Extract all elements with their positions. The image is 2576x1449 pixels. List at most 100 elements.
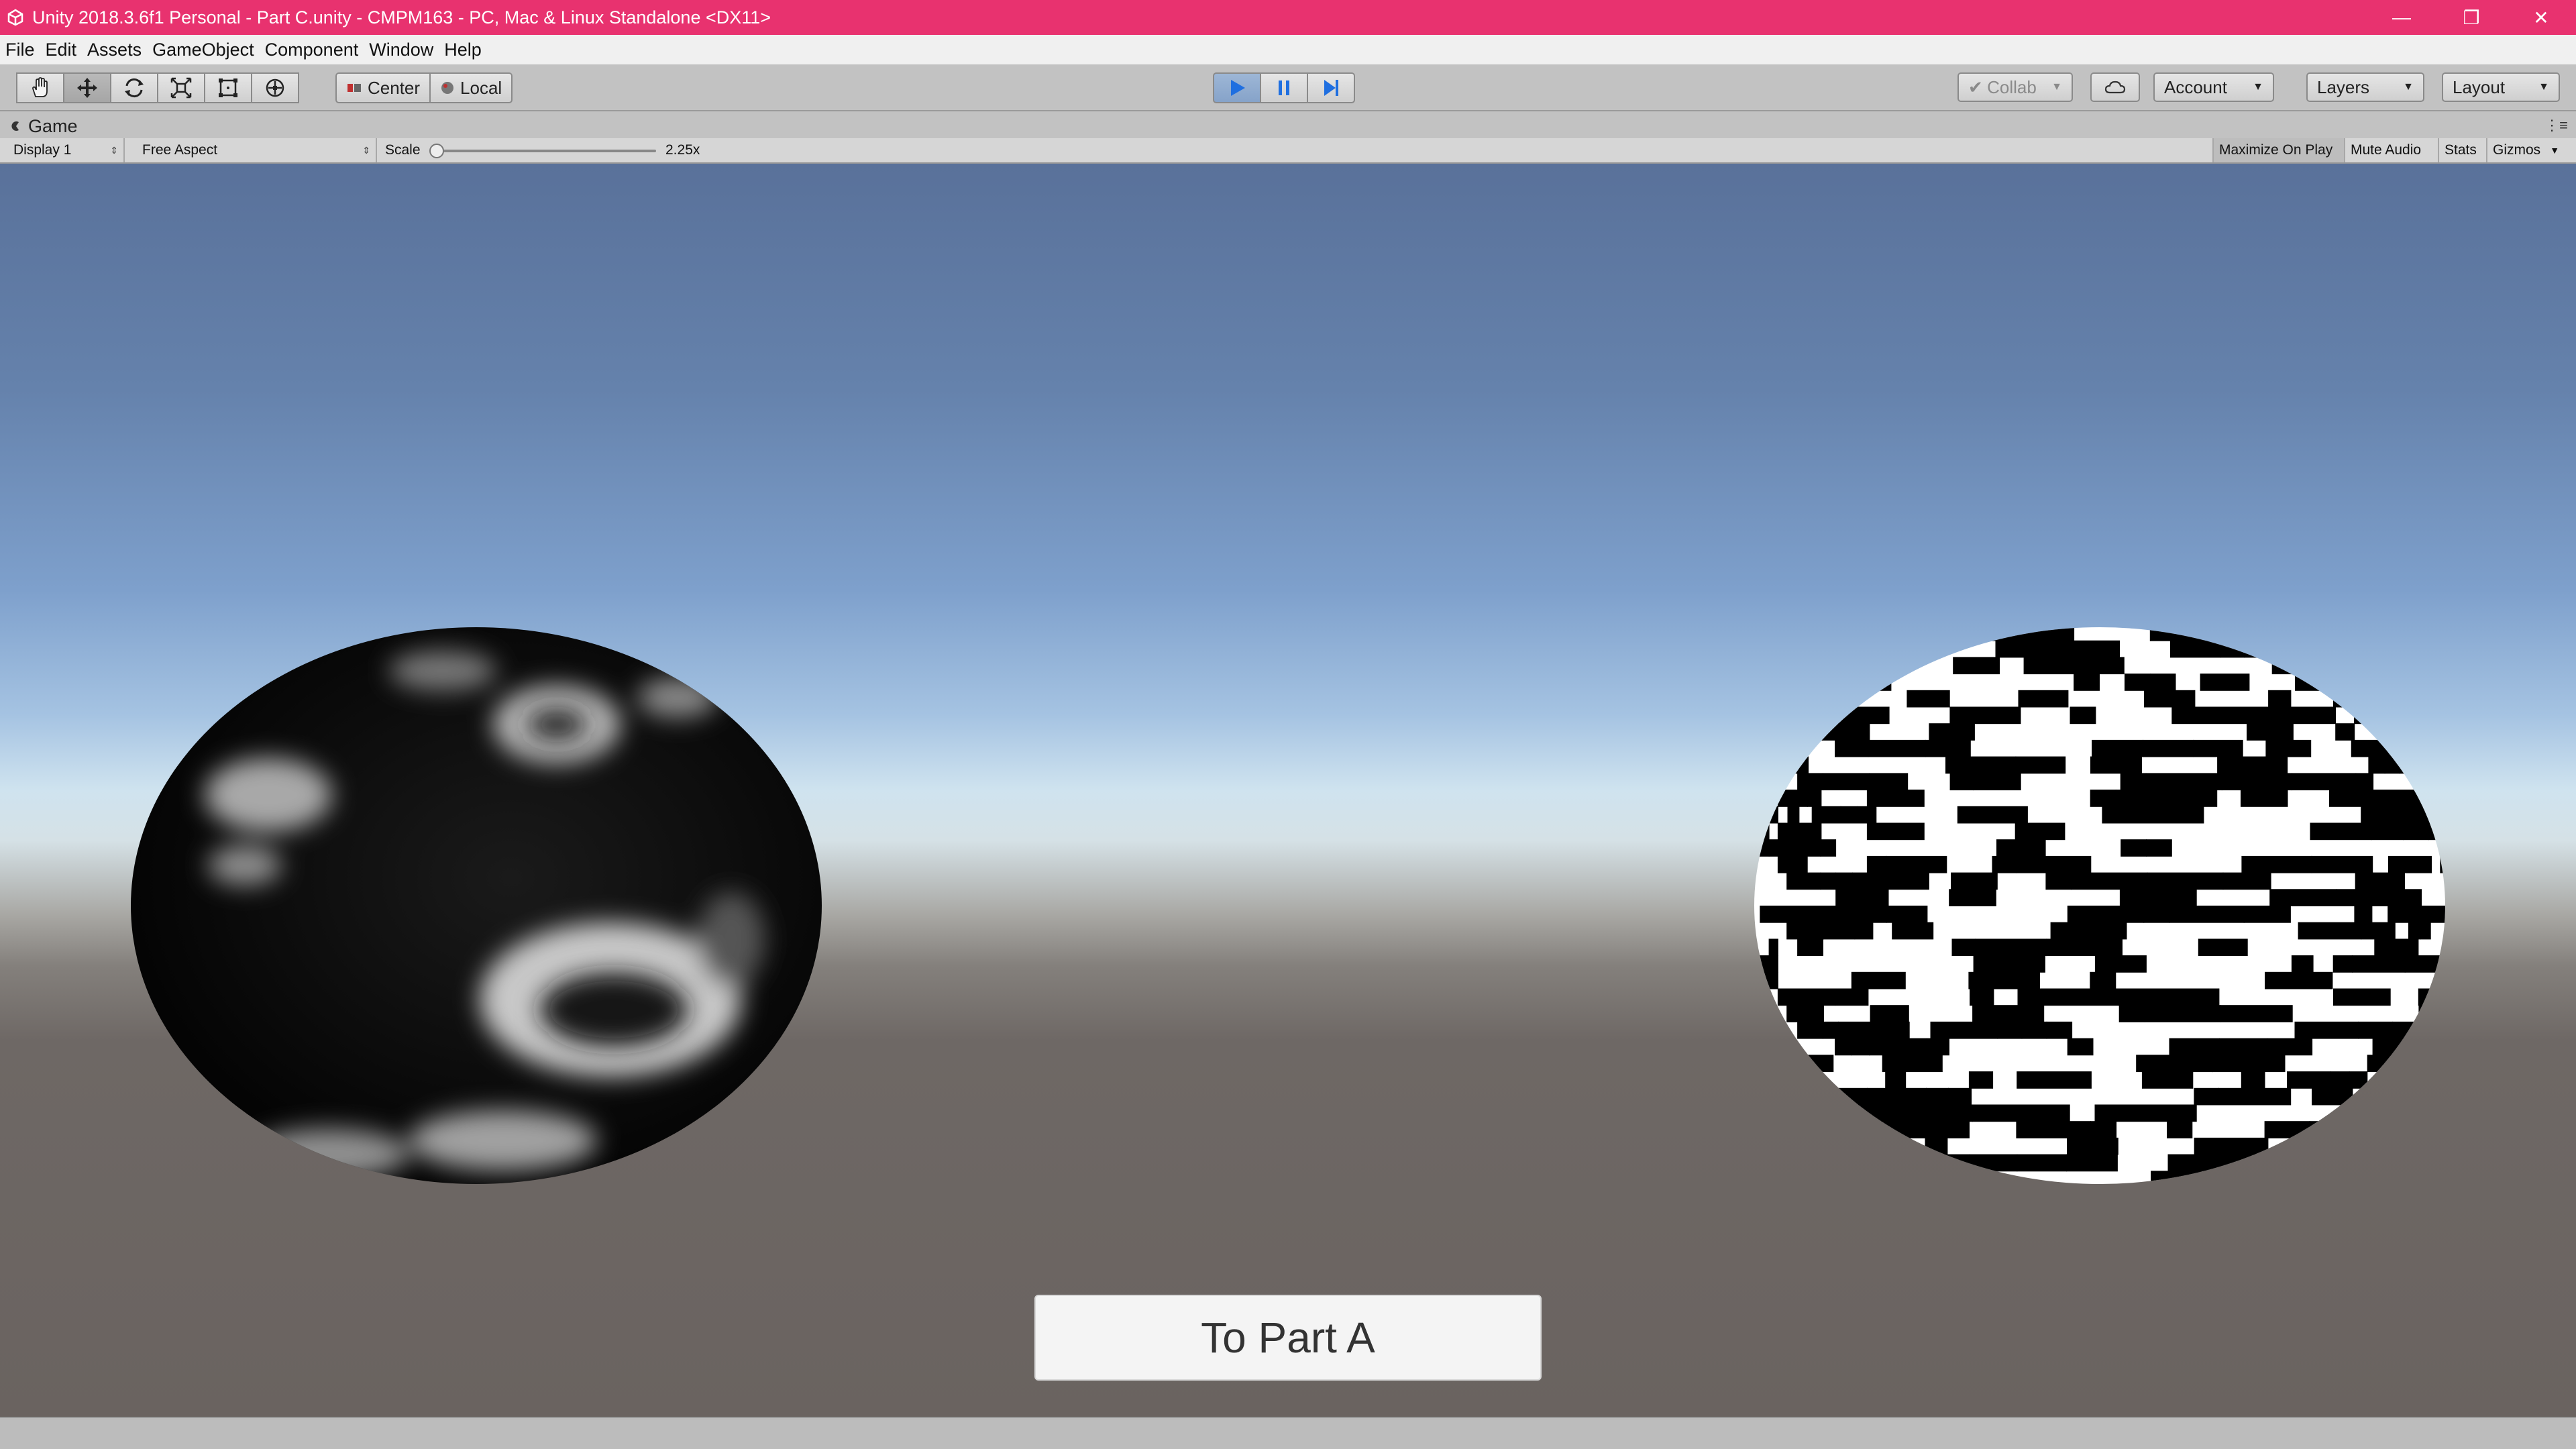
mute-audio-toggle[interactable]: Mute Audio xyxy=(2344,138,2438,162)
menu-edit[interactable]: Edit xyxy=(46,40,77,60)
scale-slider-track[interactable] xyxy=(436,150,656,152)
menu-file[interactable]: File xyxy=(5,40,35,60)
menu-help[interactable]: Help xyxy=(444,40,482,60)
checker-cell xyxy=(1760,1104,1788,1122)
checker-cell xyxy=(1807,988,1835,1006)
checker-cell xyxy=(2115,790,2167,807)
checker-cell xyxy=(1974,938,2047,957)
maximize-on-play-toggle[interactable]: Maximize On Play xyxy=(2212,138,2344,162)
checker-cell xyxy=(2017,1071,2092,1089)
checker-cell xyxy=(2092,739,2144,757)
pivot-toggles: Center Local xyxy=(335,72,513,103)
layers-dropdown[interactable]: Layers ▼ xyxy=(2306,72,2424,102)
checker-cell xyxy=(1858,806,1877,824)
pivot-center-button[interactable]: Center xyxy=(335,72,431,103)
checker-sphere-right xyxy=(1754,627,2445,1184)
checker-cell xyxy=(2200,674,2250,691)
scale-tool-button[interactable] xyxy=(157,72,205,103)
checker-cell xyxy=(2428,1104,2438,1122)
menu-component[interactable]: Component xyxy=(265,40,359,60)
checker-cell xyxy=(2241,756,2265,774)
checker-cell xyxy=(1768,806,1778,824)
checker-cell xyxy=(1810,627,1839,641)
checker-cell xyxy=(1837,657,1855,675)
checker-cell xyxy=(2439,1005,2445,1022)
checker-cell xyxy=(1797,1005,1824,1022)
gizmos-dropdown[interactable]: Gizmos ▼ xyxy=(2486,138,2576,162)
game-viewport[interactable]: To Part A xyxy=(0,164,2576,1417)
hand-tool-button[interactable] xyxy=(16,72,64,103)
menu-window[interactable]: Window xyxy=(369,40,433,60)
checker-cell xyxy=(1787,706,1811,724)
menu-assets[interactable]: Assets xyxy=(87,40,142,60)
scale-slider-thumb[interactable] xyxy=(429,144,444,158)
checker-cell xyxy=(2045,872,2072,890)
pivot-local-button[interactable]: Local xyxy=(429,72,513,103)
aspect-dropdown[interactable]: Free Aspect ⇕ xyxy=(134,138,377,162)
maximize-on-play-label: Maximize On Play xyxy=(2219,142,2333,158)
checker-cell xyxy=(1786,1104,1810,1122)
pause-button[interactable] xyxy=(1260,72,1308,103)
checker-cell xyxy=(1795,1055,1834,1073)
collab-button[interactable]: ✔ Collab ▼ xyxy=(1957,72,2073,102)
checker-cell xyxy=(1968,1071,1994,1089)
checker-cell xyxy=(2264,756,2288,774)
checker-cell xyxy=(1885,1071,1907,1089)
checker-cell xyxy=(2329,790,2369,807)
checker-cell xyxy=(2375,1171,2408,1184)
rect-tool-button[interactable] xyxy=(204,72,252,103)
tab-game[interactable]: Game xyxy=(9,114,78,138)
checker-cell xyxy=(1807,790,1822,807)
display-dropdown[interactable]: Display 1 ⇕ xyxy=(5,138,125,162)
checker-cell xyxy=(2247,723,2294,741)
move-tool-button[interactable] xyxy=(63,72,111,103)
tab-game-label: Game xyxy=(28,115,78,136)
checker-cell xyxy=(1754,1021,1770,1039)
checker-cell xyxy=(1850,906,1888,923)
checker-cell xyxy=(2428,1087,2445,1106)
checker-cell xyxy=(1904,1087,1927,1106)
checker-cell xyxy=(1820,906,1851,923)
checker-cell xyxy=(1768,627,1778,641)
checker-cell xyxy=(2339,1171,2377,1184)
layers-label: Layers xyxy=(2317,76,2370,97)
checker-cell xyxy=(2416,1137,2439,1155)
checker-cell xyxy=(1840,806,1858,824)
checker-cell xyxy=(2407,657,2432,675)
checker-cell xyxy=(2221,773,2270,791)
checker-cell xyxy=(2389,1104,2418,1122)
cloud-button[interactable] xyxy=(2090,72,2140,102)
checker-cell xyxy=(2265,739,2312,757)
to-part-a-button[interactable]: To Part A xyxy=(1034,1295,1542,1381)
checker-cell xyxy=(1754,1104,1761,1122)
account-dropdown[interactable]: Account ▼ xyxy=(2153,72,2274,102)
stats-toggle[interactable]: Stats xyxy=(2438,138,2486,162)
step-button[interactable] xyxy=(1307,72,1355,103)
rotate-tool-button[interactable] xyxy=(110,72,158,103)
checker-cell xyxy=(1908,1104,1973,1122)
transform-tool-button[interactable] xyxy=(251,72,299,103)
menu-bar: File Edit Assets GameObject Component Wi… xyxy=(0,35,2576,64)
status-bar xyxy=(0,1417,2576,1449)
checker-cell xyxy=(2336,889,2375,906)
checker-cell xyxy=(2042,988,2118,1006)
minimize-button[interactable]: — xyxy=(2367,0,2436,35)
play-button[interactable] xyxy=(1213,72,1261,103)
checker-cell xyxy=(1888,1021,1910,1039)
checker-cell xyxy=(2269,889,2337,906)
checker-cell xyxy=(1768,657,1778,675)
play-icon xyxy=(1231,80,1245,96)
checker-cell xyxy=(2090,756,2142,774)
display-label: Display 1 xyxy=(13,142,72,158)
panel-menu-icon[interactable]: ⋮≡ xyxy=(2544,117,2568,134)
pivot-local-label: Local xyxy=(460,77,502,98)
checker-cell xyxy=(2427,906,2445,923)
layout-dropdown[interactable]: Layout ▼ xyxy=(2442,72,2560,102)
checker-cell xyxy=(1907,690,1950,708)
close-button[interactable]: ✕ xyxy=(2506,0,2576,35)
checker-cell xyxy=(2332,955,2353,973)
menu-gameobject[interactable]: GameObject xyxy=(152,40,254,60)
checker-cell xyxy=(2169,906,2245,923)
restore-button[interactable]: ❐ xyxy=(2436,0,2506,35)
checker-cell xyxy=(2437,1071,2445,1089)
